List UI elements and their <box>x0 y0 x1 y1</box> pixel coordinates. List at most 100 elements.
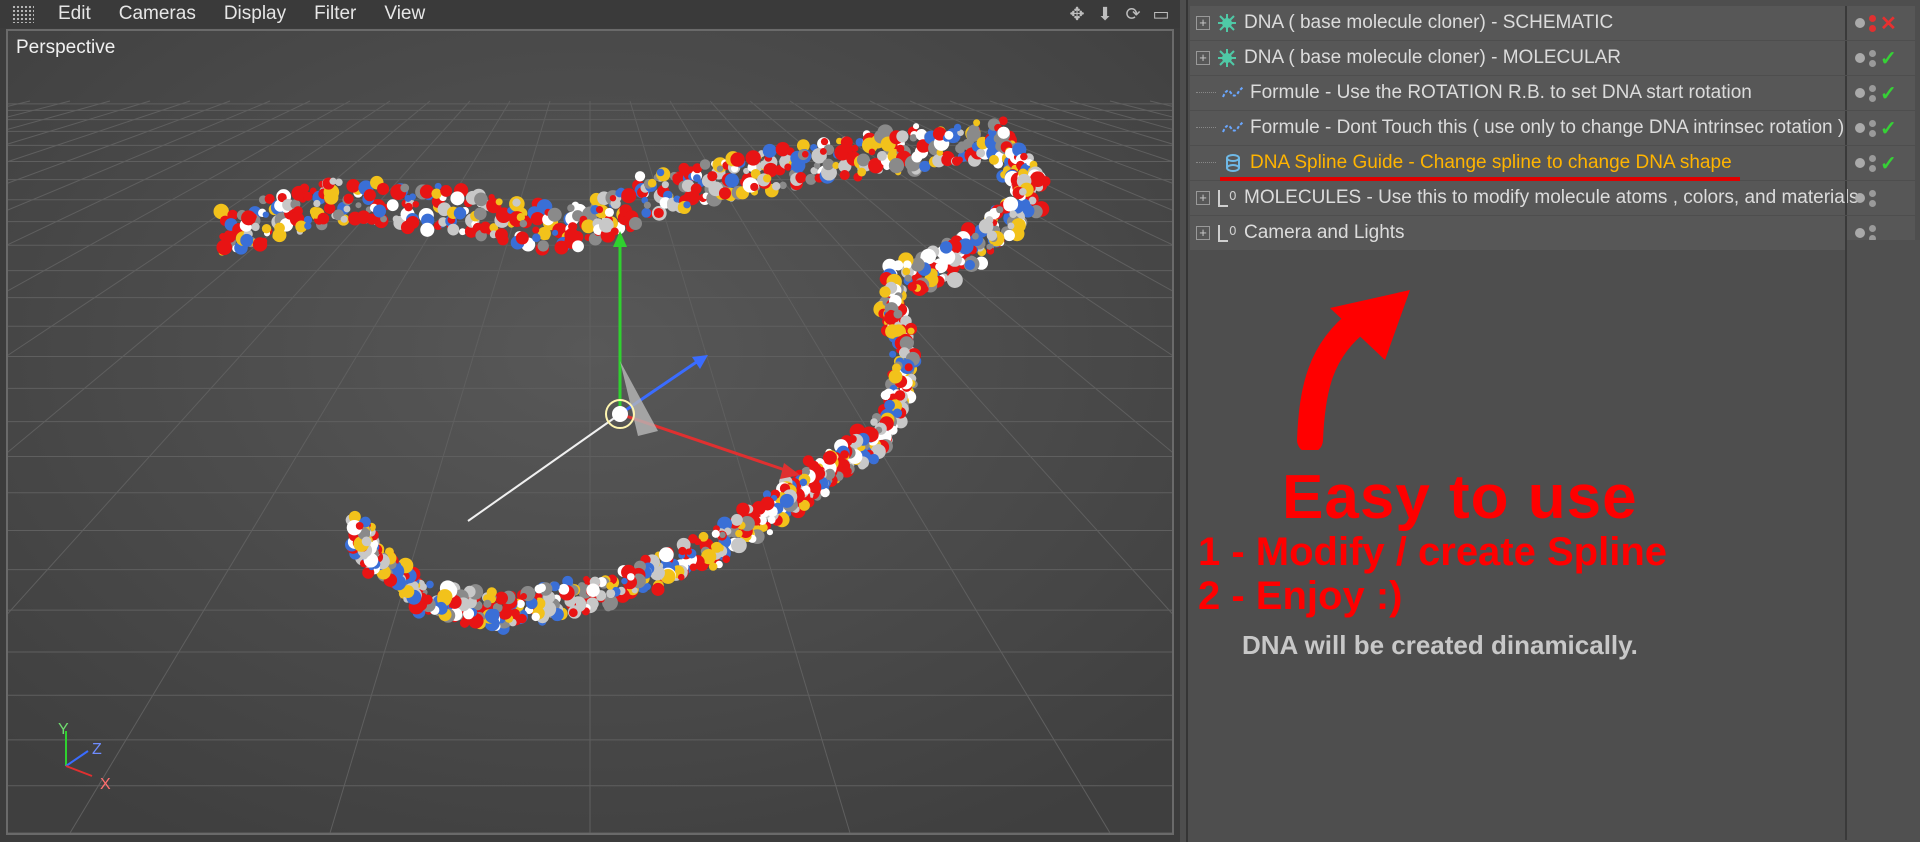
render-visibility-icon[interactable] <box>1869 154 1876 172</box>
atom-sphere <box>935 262 943 271</box>
object-row-camera-lights[interactable]: + 0 Camera and Lights <box>1190 216 1915 250</box>
render-visibility-icon[interactable] <box>1869 14 1876 32</box>
render-visibility-icon[interactable] <box>1869 224 1876 242</box>
atom-sphere <box>771 181 781 191</box>
render-visibility-icon[interactable] <box>1869 49 1876 67</box>
object-flags: ✕ <box>1845 6 1915 40</box>
object-label: Formule - Use the ROTATION R.B. to set D… <box>1250 82 1752 103</box>
object-flags: ✓ <box>1845 41 1915 75</box>
axis-label-y: Y <box>58 721 69 738</box>
object-row-formula-intrinsic[interactable]: Formule - Dont Touch this ( use only to … <box>1190 111 1915 145</box>
atom-sphere <box>453 207 467 220</box>
tree-connector <box>1196 126 1216 130</box>
atom-sphere <box>912 123 920 130</box>
atom-sphere <box>520 593 528 600</box>
atom-sphere <box>552 229 559 236</box>
atom-sphere <box>495 198 503 206</box>
atom-sphere <box>547 207 562 222</box>
atom-sphere <box>968 124 980 136</box>
atom-sphere <box>822 450 837 465</box>
enabled-check-icon[interactable]: ✓ <box>1880 46 1897 71</box>
atom-sphere <box>400 183 410 193</box>
atom-sphere <box>678 546 687 556</box>
render-visibility-icon[interactable] <box>1869 189 1876 207</box>
expand-icon[interactable]: + <box>1196 16 1210 30</box>
atom-sphere <box>731 539 743 552</box>
visibility-dot-icon[interactable] <box>1855 158 1865 168</box>
zoom-view-icon[interactable]: ⬇ <box>1094 3 1116 25</box>
atom-sphere <box>343 205 351 213</box>
maximize-view-icon[interactable]: ▭ <box>1150 3 1172 25</box>
atom-sphere <box>483 599 492 608</box>
visibility-dot-icon[interactable] <box>1855 88 1865 98</box>
enabled-check-icon[interactable]: ✓ <box>1880 116 1897 141</box>
atom-sphere <box>627 573 635 581</box>
atom-sphere <box>677 573 685 581</box>
tree-connector <box>1196 161 1216 165</box>
atom-sphere <box>762 143 777 158</box>
atom-sphere <box>251 222 260 232</box>
enabled-check-icon[interactable]: ✓ <box>1880 151 1897 176</box>
atom-sphere <box>763 174 772 183</box>
visibility-dot-icon[interactable] <box>1855 193 1865 203</box>
expand-icon[interactable]: + <box>1196 191 1210 205</box>
menu-display[interactable]: Display <box>210 3 300 25</box>
atom-sphere <box>420 222 435 237</box>
perspective-viewport[interactable]: Perspective Y Z X <box>6 29 1174 835</box>
render-visibility-icon[interactable] <box>1869 84 1876 102</box>
render-visibility-icon[interactable] <box>1869 119 1876 137</box>
axis-label-z: Z <box>92 741 102 758</box>
atom-sphere <box>896 130 909 143</box>
menu-filter[interactable]: Filter <box>300 3 370 25</box>
object-flags: ✓ <box>1845 111 1915 145</box>
visibility-dot-icon[interactable] <box>1855 53 1865 63</box>
atom-sphere <box>361 536 372 547</box>
axis-label-x: X <box>100 776 111 793</box>
atom-sphere <box>724 173 740 188</box>
atom-sphere <box>964 259 976 271</box>
visibility-dot-icon[interactable] <box>1855 18 1865 28</box>
atom-sphere <box>902 267 911 276</box>
atom-sphere <box>868 148 876 156</box>
atom-sphere <box>261 223 272 234</box>
menu-edit[interactable]: Edit <box>44 3 105 25</box>
atom-sphere <box>447 223 460 236</box>
atom-sphere <box>355 521 364 530</box>
atom-sphere <box>519 219 528 228</box>
panel-grip-icon[interactable] <box>12 5 34 23</box>
object-row-dna-spline-guide[interactable]: DNA Spline Guide - Change spline to chan… <box>1190 146 1915 180</box>
atom-sphere <box>260 237 268 245</box>
visibility-dot-icon[interactable] <box>1855 228 1865 238</box>
object-row-dna-molecular[interactable]: + DNA ( base molecule cloner) - MOLECULA… <box>1190 41 1915 75</box>
object-row-formula-rotation[interactable]: Formule - Use the ROTATION R.B. to set D… <box>1190 76 1915 110</box>
atom-sphere <box>372 204 387 218</box>
panel-divider[interactable] <box>1186 0 1188 842</box>
null-icon: 0 <box>1216 222 1238 244</box>
menu-cameras[interactable]: Cameras <box>105 3 210 25</box>
atom-sphere <box>495 228 508 242</box>
svg-text:0: 0 <box>1229 224 1237 238</box>
rotate-view-icon[interactable]: ⟳ <box>1122 3 1144 25</box>
atom-sphere <box>516 599 525 609</box>
atom-sphere <box>997 126 1010 139</box>
move-view-icon[interactable]: ✥ <box>1066 3 1088 25</box>
object-row-molecules[interactable]: + 0 MOLECULES - Use this to modify molec… <box>1190 181 1915 215</box>
promo-step-1: 1 - Modify / create Spline <box>1198 530 1668 574</box>
atom-sphere <box>680 166 690 176</box>
enabled-check-icon[interactable]: ✓ <box>1880 81 1897 106</box>
expand-icon[interactable]: + <box>1196 51 1210 65</box>
menu-view[interactable]: View <box>370 3 439 25</box>
expand-icon[interactable]: + <box>1196 226 1210 240</box>
atom-sphere <box>240 233 254 247</box>
object-row-dna-schematic[interactable]: + DNA ( base molecule cloner) - SCHEMATI… <box>1190 6 1915 40</box>
disabled-cross-icon[interactable]: ✕ <box>1880 11 1897 36</box>
atom-sphere <box>1020 152 1028 161</box>
atom-sphere <box>730 513 743 526</box>
promo-step-2: 2 - Enjoy :) <box>1198 574 1403 618</box>
atom-sphere <box>532 226 540 234</box>
visibility-dot-icon[interactable] <box>1855 123 1865 133</box>
atom-sphere <box>568 608 578 618</box>
atom-sphere <box>653 207 664 219</box>
atom-sphere <box>497 207 507 216</box>
object-flags <box>1845 181 1915 215</box>
